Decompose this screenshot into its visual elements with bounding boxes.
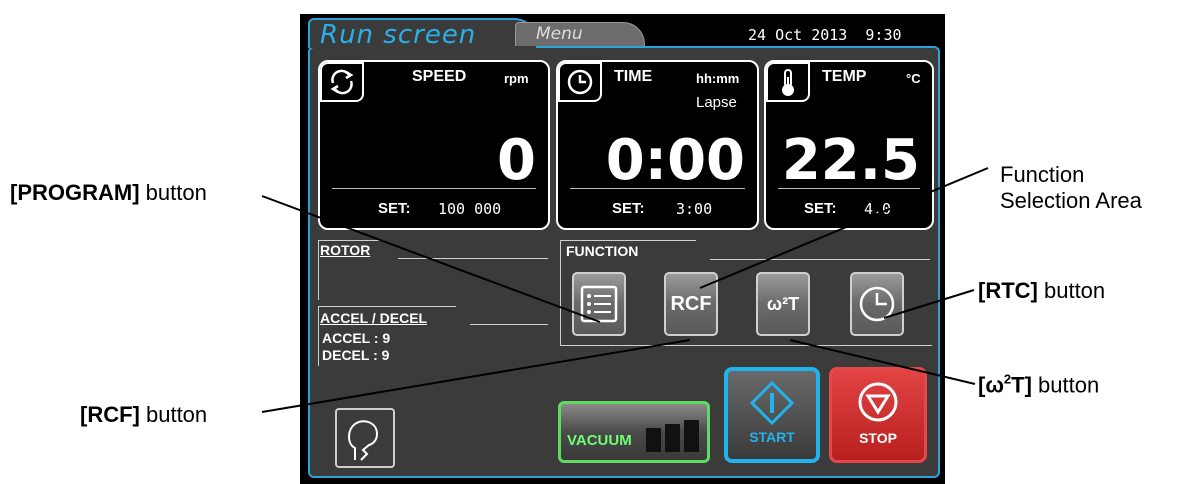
callout-w2t: [ω2T] button xyxy=(978,372,1100,398)
callout-rcf: [RCF] button xyxy=(80,402,208,427)
callout-function-area: Function Selection Area xyxy=(1000,162,1142,213)
callout-program: [PROGRAM] button xyxy=(10,180,207,205)
callout-rtc: [RTC] button xyxy=(978,278,1106,303)
